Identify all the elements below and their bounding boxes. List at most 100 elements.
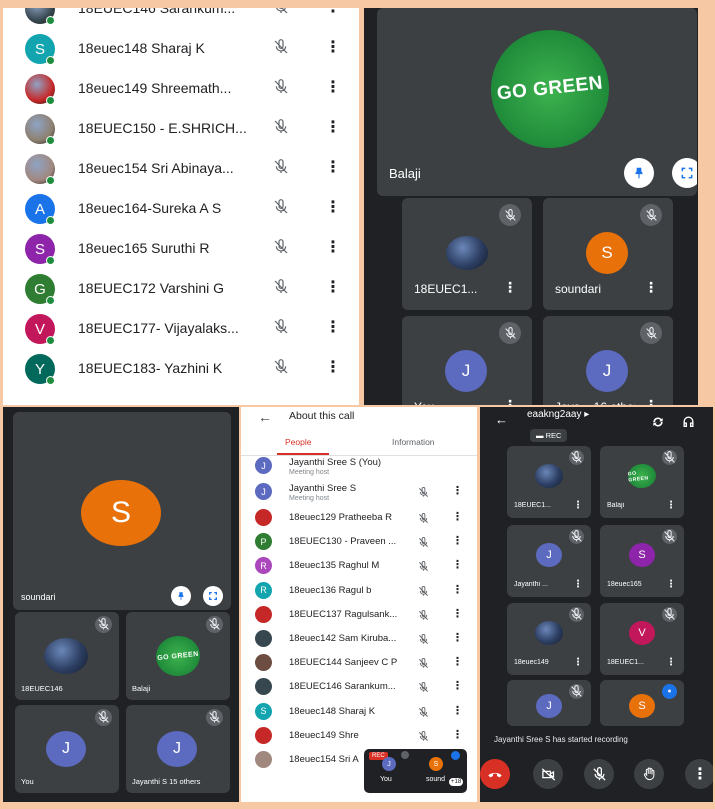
participant-tile[interactable]: 18EUEC146 [15,612,119,700]
mic-off-icon[interactable] [418,680,429,698]
mic-off-icon[interactable] [273,8,289,20]
more-options-icon[interactable]: ⋮ [325,357,341,377]
tab-people[interactable]: People [285,437,311,447]
mic-off-icon[interactable] [418,608,429,626]
mic-off-icon[interactable] [273,239,289,260]
floating-preview[interactable]: REC J You S sound +18 [364,749,467,793]
more-options-icon[interactable]: ⋮ [573,658,583,668]
mic-off-icon[interactable] [273,119,289,140]
switch-camera-icon[interactable] [651,415,665,429]
participant-row[interactable]: A 18euec164-Sureka A S ⋮ [3,188,359,228]
more-options-icon[interactable]: ⋮ [325,157,341,177]
mic-off-icon[interactable] [418,511,429,529]
fullscreen-button[interactable] [203,586,223,606]
participant-row[interactable]: R 18euec136 Ragul b ⋮ [241,578,477,602]
participant-row[interactable]: Y 18EUEC183- Yazhini K ⋮ [3,348,359,388]
participant-row[interactable]: 18euec154 Sri Abinaya... ⋮ [3,148,359,188]
mic-off-icon[interactable] [418,584,429,602]
participant-row[interactable]: J Jayanthi Sree S (You) Meeting host [241,453,477,477]
more-options-icon[interactable]: ⋮ [644,398,658,405]
mic-off-icon[interactable] [418,535,429,553]
back-arrow-icon[interactable]: ← [258,409,272,425]
more-options-icon[interactable]: ⋮ [452,728,463,741]
mic-off-icon[interactable] [418,729,429,747]
participant-tile[interactable]: J Jayanthi ... ⋮ [507,525,591,597]
participant-row[interactable]: J Jayanthi Sree S Meeting host ⋮ [241,479,477,503]
more-options-icon[interactable]: ⋮ [452,607,463,620]
back-arrow-icon[interactable]: ← [495,412,508,427]
end-call-button[interactable] [480,759,510,789]
more-options-icon[interactable]: ⋮ [325,237,341,257]
participant-tile[interactable]: GO GREEN Balaji [126,612,230,700]
mic-off-icon[interactable] [418,559,429,577]
fullscreen-button[interactable] [672,158,697,188]
more-options-icon[interactable]: ⋮ [644,280,658,294]
more-options-icon[interactable]: ⋮ [452,510,463,523]
mic-off-icon[interactable] [273,199,289,220]
participant-row[interactable]: R 18euec135 Raghul M ⋮ [241,553,477,577]
mic-off-icon[interactable] [273,159,289,180]
participant-row[interactable]: 18euec142 Sam Kiruba... ⋮ [241,626,477,650]
participant-tile[interactable]: 18EUEC1... ⋮ [507,446,591,518]
more-options-icon[interactable]: ⋮ [452,484,463,497]
mic-off-icon[interactable] [273,79,289,100]
raise-hand-button[interactable] [634,759,664,789]
participant-row[interactable]: S 18euec148 Sharaj K ⋮ [3,28,359,68]
participant-tile[interactable]: S 18euec165 ⋮ [600,525,684,597]
participant-tile[interactable]: Ssoundari ⋮ [543,198,673,310]
more-options-icon[interactable]: ⋮ [573,580,583,590]
meeting-code[interactable]: eaakng2aay ▸ [527,409,589,420]
participant-tile[interactable]: J [507,680,591,726]
participant-row[interactable]: 18EUEC146 Sarankum... ⋮ [3,8,359,28]
more-options-icon[interactable]: ⋮ [666,580,676,590]
more-options-icon[interactable]: ⋮ [452,583,463,596]
participant-row[interactable]: 18euec149 Shreemath... ⋮ [3,68,359,108]
more-options-icon[interactable]: ⋮ [452,558,463,571]
more-options-icon[interactable]: ⋮ [325,8,341,17]
mic-off-button[interactable] [584,759,614,789]
participant-tile[interactable]: S ● [600,680,684,726]
participant-tile[interactable]: J You [15,705,119,793]
main-tile-balaji[interactable]: GO GREEN Balaji [377,8,697,196]
more-options-button[interactable]: ⋮ [685,759,713,789]
participant-row[interactable]: 18EUEC150 - E.SHRICH... ⋮ [3,108,359,148]
mic-off-icon[interactable] [273,279,289,300]
more-options-icon[interactable]: ⋮ [325,197,341,217]
tab-information[interactable]: Information [392,437,435,447]
more-options-icon[interactable]: ⋮ [503,398,517,405]
participant-row[interactable]: 18euec129 Pratheeba R ⋮ [241,505,477,529]
participant-tile[interactable]: GO GREEN Balaji ⋮ [600,446,684,518]
more-options-icon[interactable]: ⋮ [325,37,341,57]
participant-row[interactable]: 18EUEC137 Ragulsank... ⋮ [241,602,477,626]
participant-row[interactable]: P 18EUEC130 - Praveen ... ⋮ [241,529,477,553]
mic-off-icon[interactable] [418,705,429,723]
participant-tile[interactable]: J You ⋮ [402,316,532,405]
more-options-icon[interactable]: ⋮ [325,277,341,297]
participant-row[interactable]: S 18euec165 Suruthi R ⋮ [3,228,359,268]
participant-tile[interactable]: V 18EUEC1... ⋮ [600,603,684,675]
more-options-icon[interactable]: ⋮ [325,77,341,97]
participant-row[interactable]: V 18EUEC177- Vijayalaks... ⋮ [3,308,359,348]
mic-off-icon[interactable] [418,656,429,674]
participant-tile[interactable]: 18euec149 ⋮ [507,603,591,675]
more-options-icon[interactable]: ⋮ [452,534,463,547]
participant-row[interactable]: 18euec149 Shre ⋮ [241,723,477,747]
more-options-icon[interactable]: ⋮ [503,280,517,294]
pin-button[interactable] [171,586,191,606]
mic-off-icon[interactable] [273,319,289,340]
mic-off-icon[interactable] [273,359,289,380]
more-options-icon[interactable]: ⋮ [573,501,583,511]
more-options-icon[interactable]: ⋮ [325,117,341,137]
mic-off-icon[interactable] [418,632,429,650]
participant-row[interactable]: 18EUEC146 Sarankum... ⋮ [241,674,477,698]
more-options-icon[interactable]: ⋮ [666,501,676,511]
participant-tile[interactable]: J Jayanthi S 15 others [126,705,230,793]
mic-off-icon[interactable] [418,485,429,503]
more-options-icon[interactable]: ⋮ [452,679,463,692]
mic-off-icon[interactable] [273,39,289,60]
more-options-icon[interactable]: ⋮ [452,631,463,644]
participant-row[interactable]: G 18EUEC172 Varshini G ⋮ [3,268,359,308]
participant-tile[interactable]: J Jaya... 16 others ⋮ [543,316,673,405]
headphones-icon[interactable] [682,415,695,428]
more-options-icon[interactable]: ⋮ [325,317,341,337]
